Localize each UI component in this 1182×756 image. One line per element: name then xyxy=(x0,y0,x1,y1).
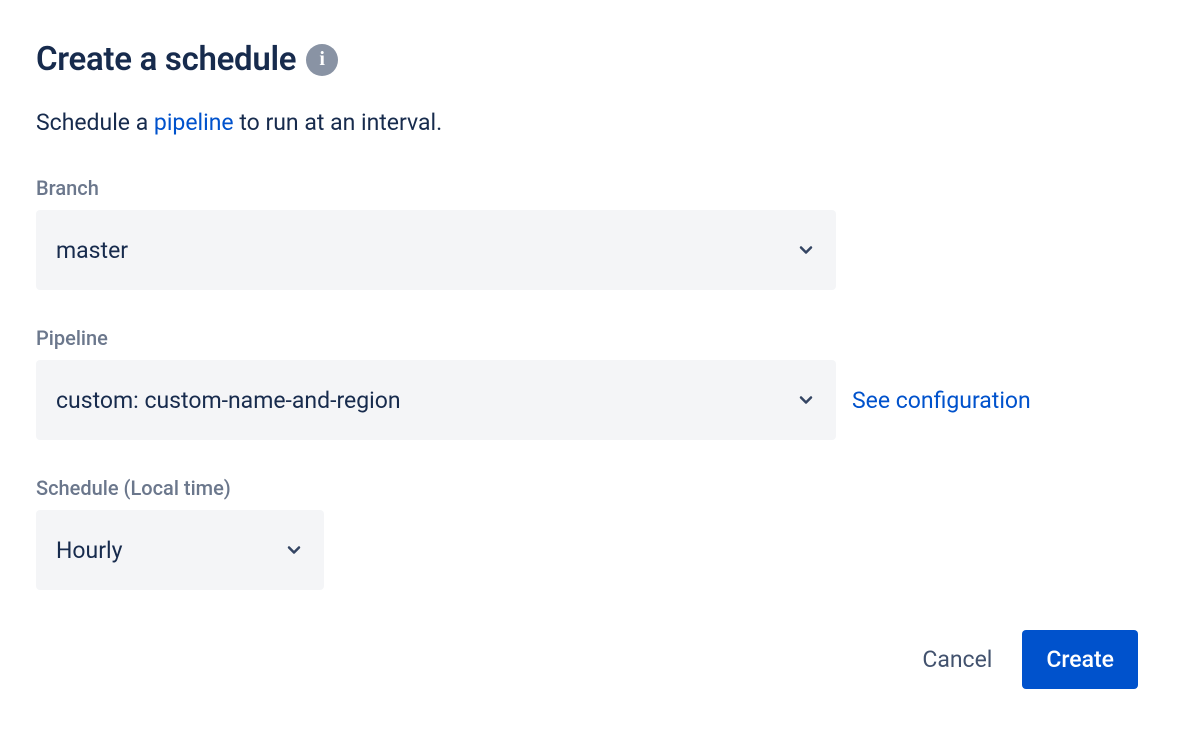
pipeline-select[interactable]: custom: custom-name-and-region xyxy=(36,360,836,440)
description: Schedule a pipeline to run at an interva… xyxy=(36,109,1146,136)
schedule-label: Schedule (Local time) xyxy=(36,476,1146,500)
branch-label: Branch xyxy=(36,176,1146,200)
cancel-button[interactable]: Cancel xyxy=(912,634,1002,685)
pipeline-select-value: custom: custom-name-and-region xyxy=(56,387,401,414)
chevron-down-icon xyxy=(796,240,816,260)
schedule-select[interactable]: Hourly xyxy=(36,510,324,590)
branch-select[interactable]: master xyxy=(36,210,836,290)
schedule-select-value: Hourly xyxy=(56,537,122,564)
chevron-down-icon xyxy=(796,390,816,410)
pipeline-link[interactable]: pipeline xyxy=(154,109,234,136)
chevron-down-icon xyxy=(284,540,304,560)
info-icon[interactable]: i xyxy=(306,44,338,76)
create-button[interactable]: Create xyxy=(1022,630,1138,689)
pipeline-label: Pipeline xyxy=(36,326,1146,350)
branch-select-value: master xyxy=(56,237,128,264)
description-suffix: to run at an interval. xyxy=(234,109,443,136)
see-configuration-link[interactable]: See configuration xyxy=(852,387,1031,414)
page-title: Create a schedule xyxy=(36,40,296,79)
description-prefix: Schedule a xyxy=(36,109,154,136)
